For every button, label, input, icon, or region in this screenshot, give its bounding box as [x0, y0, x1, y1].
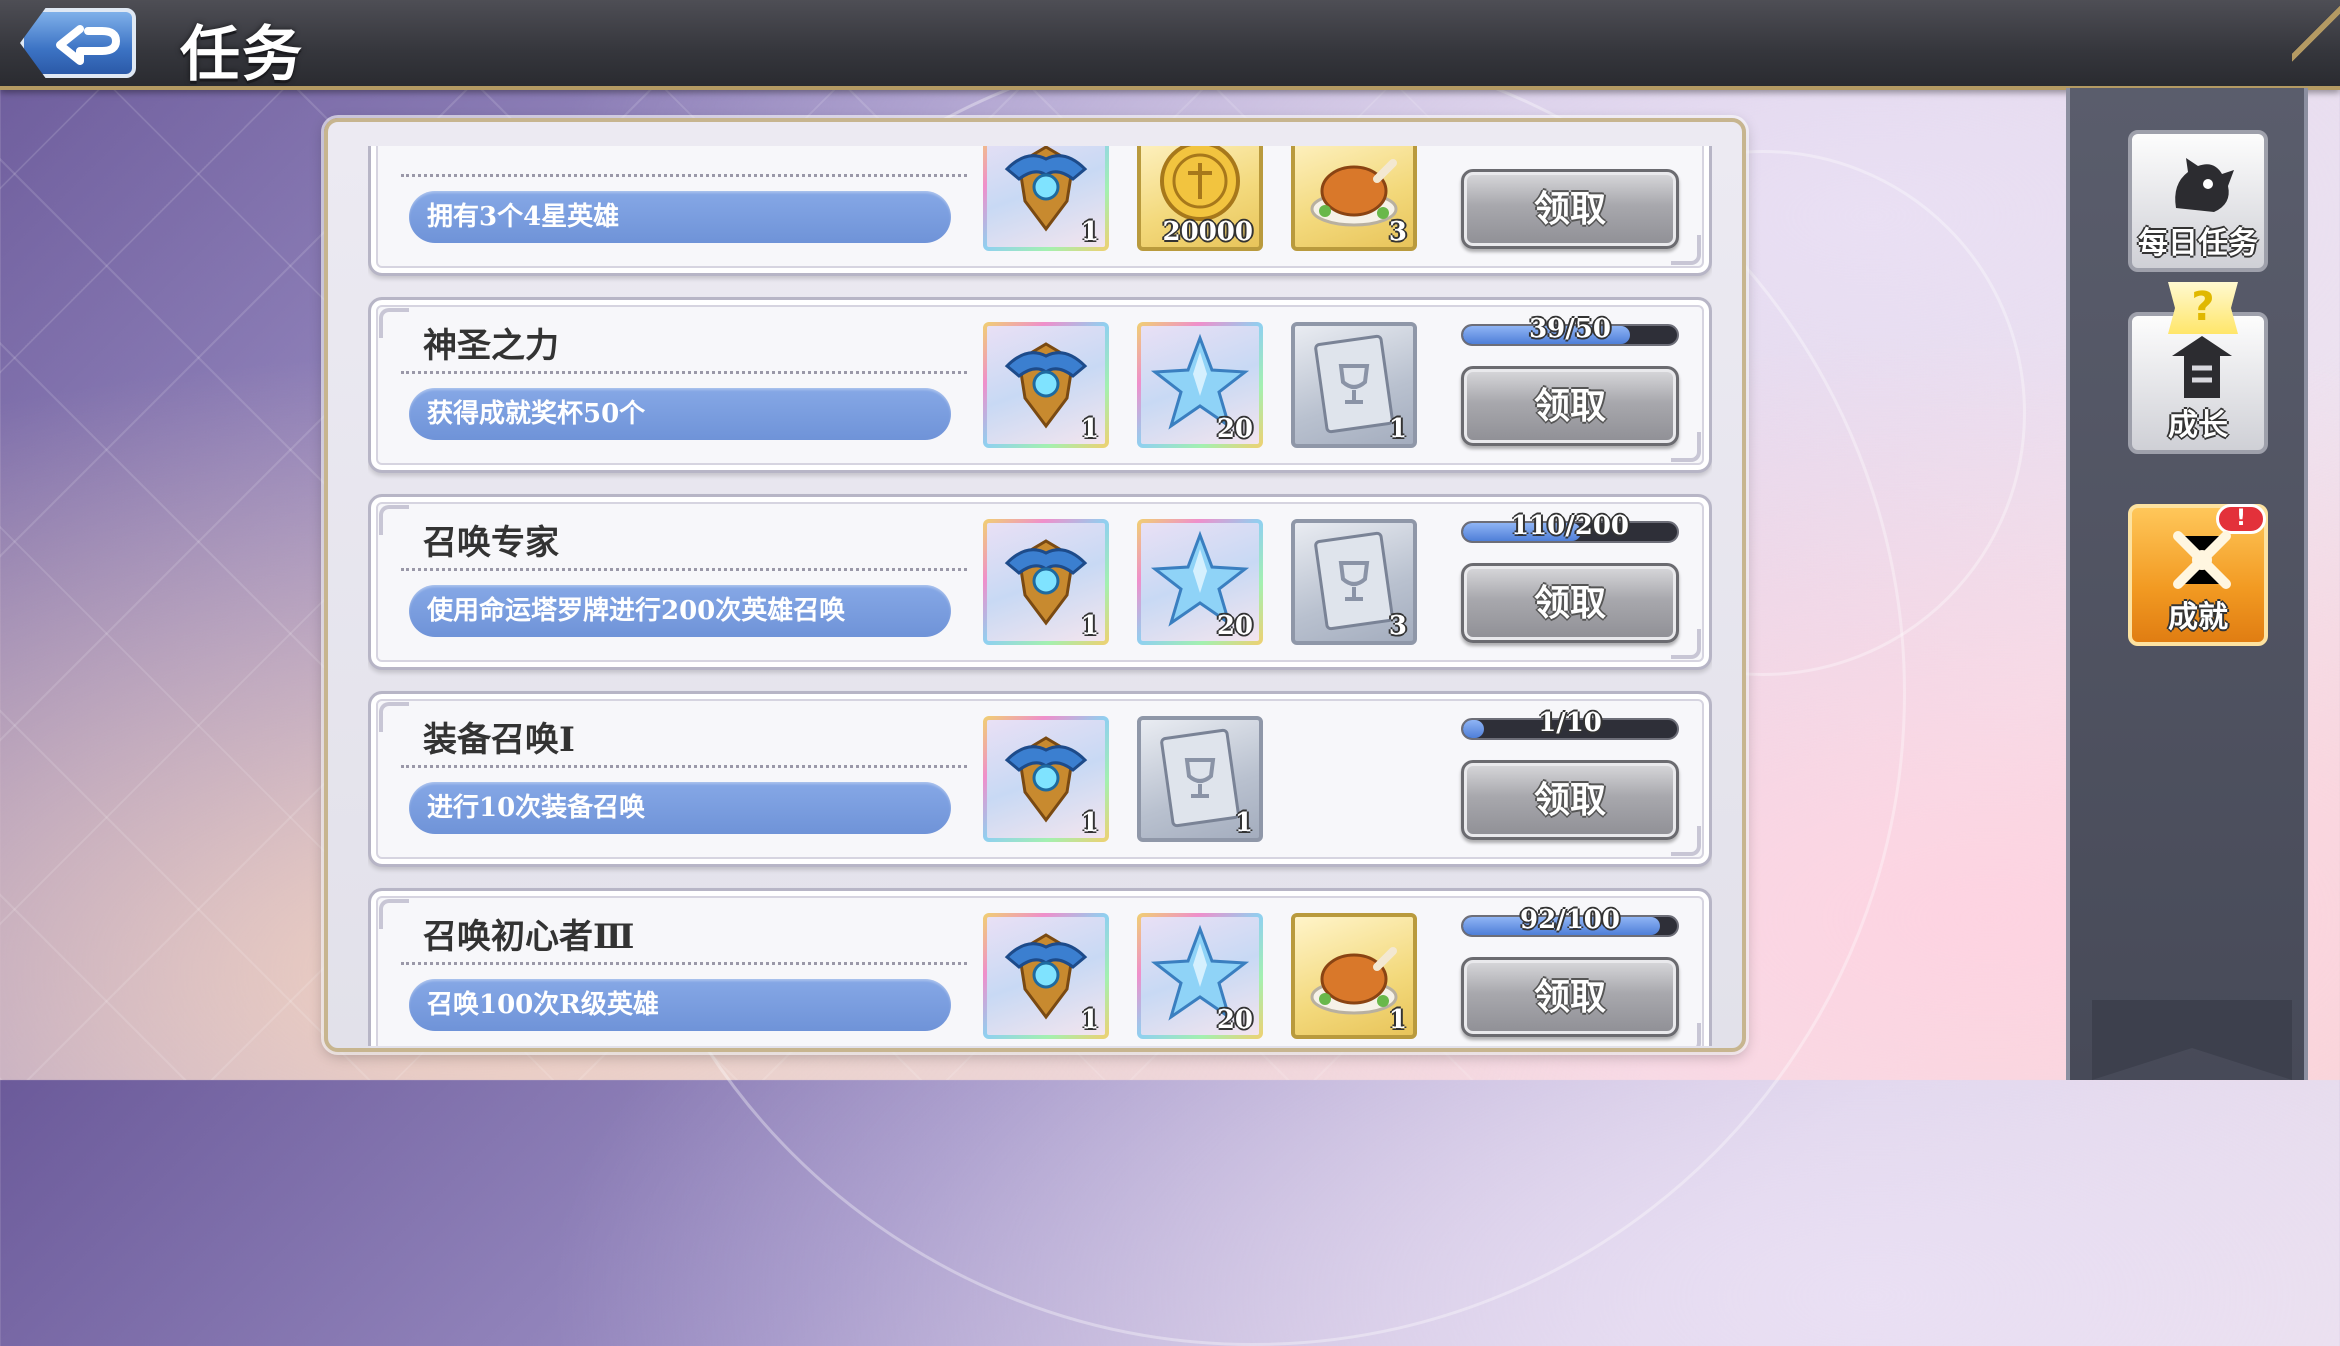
tab-achievement[interactable]: ! 成就	[2128, 504, 2268, 646]
tab-label: 成就	[2168, 600, 2228, 635]
reward-roast-chicken[interactable]: 1	[1291, 913, 1417, 1039]
back-arrow-icon	[56, 25, 120, 65]
task-description: 进行10次装备召唤	[409, 782, 951, 834]
task-row: 神圣之力 获得成就奖杯50个 1 20 1 39/50 领取	[368, 297, 1712, 473]
reward-crystal-star[interactable]: 20	[1137, 519, 1263, 645]
reward-trophy-card[interactable]: 3	[1291, 519, 1417, 645]
tab-label: 成长	[2168, 408, 2228, 443]
header-corner-ornament	[2292, 0, 2340, 86]
daily-quest-icon	[2175, 158, 2234, 212]
claim-button[interactable]: 领取	[1461, 169, 1679, 249]
reward-quantity: 20000	[1162, 217, 1253, 247]
reward-quantity: 1	[1080, 611, 1099, 641]
reward-hero-crest[interactable]: 1	[983, 146, 1109, 251]
task-divider	[401, 568, 967, 571]
claim-button[interactable]: 领取	[1461, 563, 1679, 643]
tab-daily-quest[interactable]: 每日任务	[2128, 130, 2268, 272]
reward-quantity: 1	[1080, 808, 1099, 838]
task-divider	[401, 765, 967, 768]
reward-crystal-star[interactable]: 20	[1137, 322, 1263, 448]
task-description: 召唤100次R级英雄	[409, 979, 951, 1031]
growth-icon	[2172, 336, 2232, 398]
reward-trophy-card[interactable]: 1	[1137, 716, 1263, 842]
task-divider	[401, 174, 967, 177]
task-title: 神圣之力	[423, 326, 559, 366]
achievement-icon	[2173, 531, 2231, 589]
reward-quantity: 1	[1080, 1005, 1099, 1035]
reward-hero-crest[interactable]: 1	[983, 322, 1109, 448]
reward-hero-crest[interactable]: 1	[983, 519, 1109, 645]
reward-hero-crest[interactable]: 1	[983, 716, 1109, 842]
progress-text: 39/50	[1529, 314, 1611, 344]
task-description: 获得成就奖杯50个	[409, 388, 951, 440]
task-divider	[401, 371, 967, 374]
task-title: 装备召唤Ⅰ	[423, 720, 575, 760]
tab-growth[interactable]: ? 成长	[2128, 282, 2268, 454]
reward-quantity: 1	[1234, 808, 1253, 838]
task-row: 召唤初心者Ⅲ 召唤100次R级英雄 1 20 1 92/100 领取	[368, 888, 1712, 1046]
reward-trophy-card[interactable]: 1	[1291, 322, 1417, 448]
reward-quantity: 20	[1216, 414, 1253, 444]
task-row: 装备召唤Ⅰ 进行10次装备召唤 1 1 1/10 领取	[368, 691, 1712, 867]
reward-quantity: 1	[1080, 414, 1099, 444]
task-description: 拥有3个4星英雄	[409, 191, 951, 243]
help-badge: ?	[2168, 282, 2238, 334]
reward-quantity: 1	[1388, 414, 1407, 444]
task-row: 拥有3个4星英雄 1 20000 3 领取	[368, 146, 1712, 276]
claim-button[interactable]: 领取	[1461, 760, 1679, 840]
tab-label: 每日任务	[2138, 226, 2258, 261]
task-title: 召唤专家	[423, 523, 559, 563]
task-divider	[401, 962, 967, 965]
task-list[interactable]: 拥有3个4星英雄 1 20000 3 领取 神圣之力 获得成就奖杯50个 1 2…	[368, 146, 1712, 1046]
claim-button[interactable]: 领取	[1461, 957, 1679, 1037]
task-title: 召唤初心者Ⅲ	[423, 917, 635, 957]
task-row: 召唤专家 使用命运塔罗牌进行200次英雄召唤 1 20 3 110/200 领取	[368, 494, 1712, 670]
reward-roast-chicken[interactable]: 3	[1291, 146, 1417, 251]
back-button[interactable]	[20, 8, 136, 78]
reward-quantity: 3	[1388, 217, 1407, 247]
progress-text: 1/10	[1538, 708, 1602, 738]
reward-quantity: 1	[1080, 217, 1099, 247]
reward-quantity: 1	[1388, 1005, 1407, 1035]
page-title: 任务	[180, 20, 304, 90]
top-bar: 任务	[0, 0, 2340, 90]
reward-gold-coin[interactable]: 20000	[1137, 146, 1263, 251]
reward-crystal-star[interactable]: 20	[1137, 913, 1263, 1039]
claim-button[interactable]: 领取	[1461, 366, 1679, 446]
reward-quantity: 20	[1216, 1005, 1253, 1035]
task-panel: 拥有3个4星英雄 1 20000 3 领取 神圣之力 获得成就奖杯50个 1 2…	[324, 118, 1746, 1052]
reward-hero-crest[interactable]: 1	[983, 913, 1109, 1039]
progress-text: 92/100	[1520, 905, 1620, 935]
task-description: 使用命运塔罗牌进行200次英雄召唤	[409, 585, 951, 637]
reward-quantity: 3	[1388, 611, 1407, 641]
reward-quantity: 20	[1216, 611, 1253, 641]
progress-text: 110/200	[1510, 511, 1630, 541]
